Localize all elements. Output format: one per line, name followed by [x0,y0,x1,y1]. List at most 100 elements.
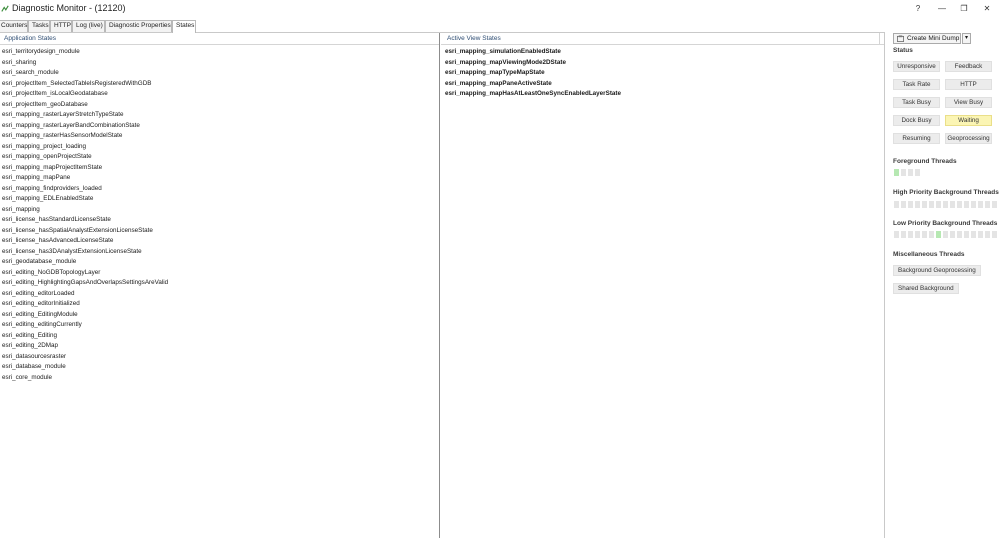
status-waiting[interactable]: Waiting [945,115,992,126]
active-view-states-list[interactable]: esri_mapping_simulationEnabledState esri_… [441,47,884,100]
status-unresponsive[interactable]: Unresponsive [893,61,940,72]
active-view-state-item[interactable]: esri_mapping_simulationEnabledState [441,47,884,58]
high-priority-thread-indicator [957,201,962,208]
application-state-item[interactable]: esri_core_module [0,373,439,384]
low-priority-thread-indicator [971,231,976,238]
application-state-item[interactable]: esri_editing_EditingModule [0,310,439,321]
application-state-item[interactable]: esri_editing_NoGDBTopologyLayer [0,268,439,279]
status-dock-busy[interactable]: Dock Busy [893,115,940,126]
low-priority-thread-indicator [957,231,962,238]
application-state-item[interactable]: esri_license_has3DAnalystExtensionLicens… [0,247,439,258]
active-view-state-item[interactable]: esri_mapping_mapViewingMode2DState [441,58,884,69]
application-state-item[interactable]: esri_mapping_rasterLayerBandCombinationS… [0,121,439,132]
application-state-item[interactable]: esri_editing_HighlightingGapsAndOverlaps… [0,278,439,289]
active-view-states-header-label: Active View States [447,35,501,42]
application-state-item[interactable]: esri_license_hasStandardLicenseState [0,215,439,226]
application-states-header[interactable]: Application States [0,33,439,45]
tab-counters[interactable]: Counters [0,20,28,32]
application-state-item[interactable]: esri_mapping_openProjectState [0,152,439,163]
application-state-item[interactable]: esri_mapping_project_loading [0,142,439,153]
high-priority-thread-indicator [901,201,906,208]
window-title: Diagnostic Monitor - (12120) [12,3,126,13]
active-view-states-header[interactable]: Active View States [441,33,884,45]
tab-log-live[interactable]: Log (live) [72,20,105,32]
application-state-item[interactable]: esri_editing_Editing [0,331,439,342]
application-state-item[interactable]: esri_database_module [0,362,439,373]
status-resuming[interactable]: Resuming [893,133,940,144]
application-state-item[interactable]: esri_projectItem_SelectedTableIsRegister… [0,79,439,90]
foreground-thread-indicator [908,169,913,176]
tab-tasks[interactable]: Tasks [28,20,50,32]
high-priority-thread-indicator [908,201,913,208]
active-view-state-item[interactable]: esri_mapping_mapTypeMapState [441,68,884,79]
application-states-pane: Application States esri_territorydesign_… [0,33,440,538]
high-priority-thread-indicator [943,201,948,208]
low-priority-thread-indicator [936,231,941,238]
application-state-item[interactable]: esri_editing_editorLoaded [0,289,439,300]
high-priority-thread-indicator [950,201,955,208]
low-priority-thread-indicator [922,231,927,238]
low-priority-thread-indicator [985,231,990,238]
application-state-item[interactable]: esri_mapping_EDLEnabledState [0,194,439,205]
low-priority-threads-heading: Low Priority Background Threads [893,220,998,227]
help-button[interactable]: ? [907,2,929,16]
status-geoprocessing[interactable]: Geoprocessing [945,133,992,144]
low-priority-thread-indicator [978,231,983,238]
active-view-state-item[interactable]: esri_mapping_mapPaneActiveState [441,79,884,90]
status-http[interactable]: HTTP [945,79,992,90]
chevron-down-icon[interactable]: ▾ [962,33,971,44]
restore-button[interactable]: ❐ [953,2,975,16]
create-mini-dump-label: Create Mini Dump [907,35,960,42]
low-priority-thread-indicator [915,231,920,238]
dump-icon [897,35,904,42]
application-state-item[interactable]: esri_territorydesign_module [0,47,439,58]
active-view-states-pane: Active View States esri_mapping_simulati… [441,33,885,538]
high-priority-threads-heading: High Priority Background Threads [893,189,999,196]
shared-background-button[interactable]: Shared Background [893,283,959,294]
application-state-item[interactable]: esri_mapping_rasterLayerStretchTypeState [0,110,439,121]
application-state-item[interactable]: esri_mapping_mapProjectItemState [0,163,439,174]
application-state-item[interactable]: esri_mapping_findproviders_loaded [0,184,439,195]
application-state-item[interactable]: esri_search_module [0,68,439,79]
app-icon [1,5,9,12]
tab-diagnostic-properties[interactable]: Diagnostic Properties [105,20,172,32]
low-priority-thread-indicator [894,231,899,238]
status-heading: Status [893,47,913,54]
application-state-item[interactable]: esri_editing_2DMap [0,341,439,352]
application-state-item[interactable]: esri_geodatabase_module [0,257,439,268]
application-state-item[interactable]: esri_projectItem_geoDatabase [0,100,439,111]
status-task-busy[interactable]: Task Busy [893,97,940,108]
low-priority-thread-indicator [908,231,913,238]
application-state-item[interactable]: esri_sharing [0,58,439,69]
foreground-thread-indicator [915,169,920,176]
high-priority-thread-indicator [992,201,997,208]
background-geoprocessing-button[interactable]: Background Geoprocessing [893,265,981,276]
application-state-item[interactable]: esri_mapping_rasterHasSensorModelState [0,131,439,142]
application-states-list[interactable]: esri_territorydesign_module esri_sharing e… [0,47,439,383]
application-state-item[interactable]: esri_mapping_mapPane [0,173,439,184]
low-priority-thread-indicator [929,231,934,238]
application-state-item[interactable]: esri_mapping [0,205,439,216]
active-view-state-item[interactable]: esri_mapping_mapHasAtLeastOneSyncEnabled… [441,89,884,100]
column-divider [879,33,880,45]
tab-states[interactable]: States [172,20,196,33]
application-state-item[interactable]: esri_editing_editingCurrently [0,320,439,331]
status-view-busy[interactable]: View Busy [945,97,992,108]
high-priority-thread-indicator [894,201,899,208]
create-mini-dump-button[interactable]: Create Mini Dump [893,33,961,44]
minimize-button[interactable]: — [931,2,953,16]
application-state-item[interactable]: esri_datasourcesraster [0,352,439,363]
status-feedback[interactable]: Feedback [945,61,992,72]
high-priority-thread-indicator [964,201,969,208]
foreground-thread-indicator [901,169,906,176]
foreground-threads-heading: Foreground Threads [893,158,957,165]
application-state-item[interactable]: esri_license_hasSpatialAnalystExtensionL… [0,226,439,237]
close-button[interactable]: ✕ [976,2,998,16]
application-state-item[interactable]: esri_projectItem_isLocalGeodatabase [0,89,439,100]
tab-http[interactable]: HTTP [50,20,72,32]
status-task-rate[interactable]: Task Rate [893,79,940,90]
high-priority-thread-indicator [922,201,927,208]
application-state-item[interactable]: esri_license_hasAdvancedLicenseState [0,236,439,247]
application-state-item[interactable]: esri_editing_editorInitialized [0,299,439,310]
high-priority-thread-indicator [978,201,983,208]
